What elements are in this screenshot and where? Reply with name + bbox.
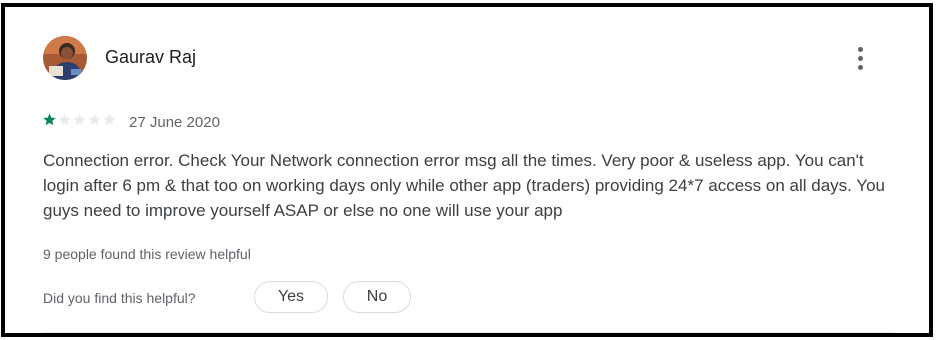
user-avatar-photo — [43, 36, 87, 80]
review-text: Connection error. Check Your Network con… — [43, 151, 885, 220]
helpful-question: Did you find this helpful? — [43, 290, 196, 306]
review-date: 27 June 2020 — [129, 114, 220, 131]
more-options-button[interactable] — [845, 43, 875, 73]
star-rating-stars — [43, 113, 116, 126]
helpful-count: 9 people found this review helpful — [43, 246, 251, 262]
star-empty-icon — [103, 113, 116, 126]
divider — [43, 332, 893, 333]
star-filled-icon — [43, 113, 56, 126]
avatar[interactable] — [43, 36, 87, 80]
star-empty-icon — [58, 113, 71, 126]
star-empty-icon — [73, 113, 86, 126]
author-name: Gaurav Raj — [105, 47, 197, 67]
star-rating — [43, 113, 118, 127]
star-empty-icon — [88, 113, 101, 126]
review-card: Gaurav Raj 27 June 2020 Connection error… — [1, 3, 933, 337]
no-button[interactable]: No — [343, 281, 411, 313]
yes-button[interactable]: Yes — [254, 281, 328, 313]
more-vert-icon — [857, 46, 863, 52]
